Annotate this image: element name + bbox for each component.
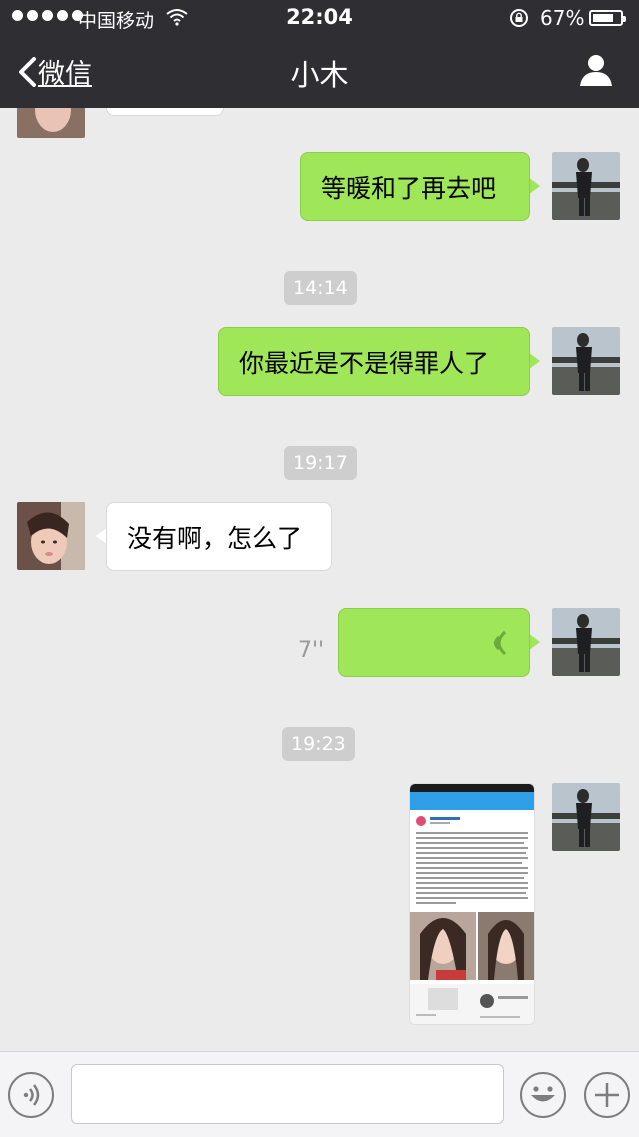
chat-messages[interactable]: 等暖和了再去吧 14:14 你最近是不是得罪人了 19:17 没有啊，怎么了 7… bbox=[0, 108, 639, 1051]
timestamp: 19:23 bbox=[282, 727, 355, 761]
input-bar bbox=[0, 1051, 639, 1137]
voice-message-bubble[interactable] bbox=[338, 608, 530, 677]
contact-avatar[interactable] bbox=[17, 502, 85, 570]
battery-icon bbox=[589, 10, 626, 26]
timestamp: 14:14 bbox=[284, 271, 357, 305]
message-input[interactable] bbox=[71, 1064, 504, 1124]
message-text: 你最近是不是得罪人了 bbox=[239, 348, 490, 378]
image-message[interactable] bbox=[409, 783, 535, 1025]
self-avatar[interactable] bbox=[552, 327, 620, 395]
status-bar: 中国移动 22:04 67% bbox=[0, 0, 639, 36]
nav-bar: 微信 小木 bbox=[0, 36, 639, 108]
voice-toggle-button[interactable] bbox=[8, 1072, 54, 1118]
emoji-icon bbox=[531, 1086, 555, 1102]
self-avatar[interactable] bbox=[552, 608, 620, 676]
message-text: 等暖和了再去吧 bbox=[321, 173, 497, 203]
voice-icon bbox=[23, 1084, 40, 1106]
message-bubble-incoming[interactable]: 没有啊，怎么了 bbox=[106, 502, 332, 571]
contact-avatar[interactable] bbox=[17, 108, 85, 138]
top-bar: 中国移动 22:04 67% 微信 小木 bbox=[0, 0, 639, 108]
self-avatar[interactable] bbox=[552, 783, 620, 851]
message-bubble-outgoing[interactable]: 等暖和了再去吧 bbox=[300, 152, 530, 221]
person-icon bbox=[580, 55, 612, 86]
message-text: 没有啊，怎么了 bbox=[127, 523, 303, 553]
rotation-lock-icon bbox=[510, 9, 528, 27]
more-button[interactable] bbox=[584, 1072, 630, 1118]
plus-icon bbox=[595, 1083, 619, 1107]
chat-title: 小木 bbox=[290, 58, 349, 92]
voice-wave-icon bbox=[493, 630, 507, 655]
self-avatar[interactable] bbox=[552, 152, 620, 220]
screenshot-thumbnail bbox=[410, 784, 534, 1024]
message-bubble-partial[interactable] bbox=[106, 108, 224, 116]
battery-percent: 67% bbox=[540, 6, 585, 30]
contact-info-button[interactable] bbox=[578, 52, 614, 90]
timestamp: 19:17 bbox=[284, 446, 357, 480]
message-bubble-outgoing[interactable]: 你最近是不是得罪人了 bbox=[218, 327, 530, 396]
emoji-button[interactable] bbox=[520, 1072, 566, 1118]
voice-duration: 7'' bbox=[298, 638, 325, 663]
